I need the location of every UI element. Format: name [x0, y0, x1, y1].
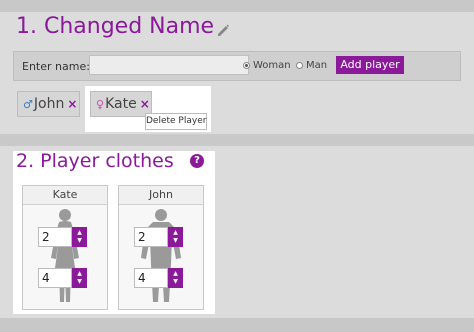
- chevron-down-icon[interactable]: ▼: [173, 278, 178, 286]
- remove-kate-icon[interactable]: ×: [140, 97, 150, 111]
- enter-name-label: Enter name:: [22, 60, 90, 73]
- section1-title: 1. Changed Name: [16, 14, 215, 39]
- delete-player-tooltip: Delete Player: [145, 113, 207, 130]
- pencil-icon[interactable]: [216, 23, 230, 37]
- chevron-up-icon[interactable]: ▲: [77, 229, 82, 237]
- player-chip-kate: ♀Kate ×: [90, 91, 152, 117]
- bottom-size-value-kate[interactable]: 4: [38, 268, 72, 288]
- radio-man[interactable]: Man: [296, 60, 327, 71]
- player-name-john: John: [33, 96, 65, 112]
- bottom-size-stepper-kate[interactable]: 4 ▲ ▼: [38, 268, 88, 288]
- name-panel: Enter name: Woman Man Add player: [13, 51, 461, 81]
- column-header-john: John: [119, 186, 203, 205]
- name-input[interactable]: [89, 55, 249, 75]
- top-size-value-john[interactable]: 2: [134, 227, 168, 247]
- section2-title: 2. Player clothes: [16, 150, 174, 172]
- player-column-kate: Kate 2 ▲ ▼ 4 ▲ ▼: [22, 185, 108, 310]
- bottom-size-arrows-john[interactable]: ▲ ▼: [168, 268, 183, 288]
- chevron-up-icon[interactable]: ▲: [77, 270, 82, 278]
- male-icon: ♂: [23, 98, 33, 111]
- player-name-kate: Kate: [105, 96, 137, 112]
- top-size-stepper-kate[interactable]: 2 ▲ ▼: [38, 227, 88, 247]
- player-chip-john: ♂John ×: [17, 91, 80, 117]
- help-icon[interactable]: ?: [190, 154, 204, 168]
- top-size-arrows-john[interactable]: ▲ ▼: [168, 227, 183, 247]
- chevron-down-icon[interactable]: ▼: [77, 237, 82, 245]
- male-silhouette-icon: [141, 209, 181, 302]
- chevron-down-icon[interactable]: ▼: [173, 237, 178, 245]
- female-icon: ♀: [96, 98, 105, 111]
- bottom-size-stepper-john[interactable]: 4 ▲ ▼: [134, 268, 184, 288]
- chevron-up-icon[interactable]: ▲: [173, 229, 178, 237]
- column-header-kate: Kate: [23, 186, 107, 205]
- radio-woman-dot[interactable]: [243, 62, 250, 69]
- remove-john-icon[interactable]: ×: [67, 97, 77, 111]
- radio-man-dot[interactable]: [296, 62, 303, 69]
- chevron-down-icon[interactable]: ▼: [77, 278, 82, 286]
- top-size-stepper-john[interactable]: 2 ▲ ▼: [134, 227, 184, 247]
- radio-woman-label: Woman: [253, 60, 291, 71]
- radio-woman[interactable]: Woman: [243, 60, 291, 71]
- bottom-size-arrows-kate[interactable]: ▲ ▼: [72, 268, 87, 288]
- top-strip: [0, 0, 474, 12]
- radio-man-label: Man: [306, 60, 328, 71]
- bottom-size-value-john[interactable]: 4: [134, 268, 168, 288]
- female-silhouette-icon: [51, 209, 79, 302]
- player-column-john: John 2 ▲ ▼ 4 ▲ ▼: [118, 185, 204, 310]
- bottom-strip: [0, 318, 474, 332]
- section-divider: [0, 134, 474, 146]
- add-player-button[interactable]: Add player: [336, 56, 404, 74]
- chevron-up-icon[interactable]: ▲: [173, 270, 178, 278]
- top-size-arrows-kate[interactable]: ▲ ▼: [72, 227, 87, 247]
- top-size-value-kate[interactable]: 2: [38, 227, 72, 247]
